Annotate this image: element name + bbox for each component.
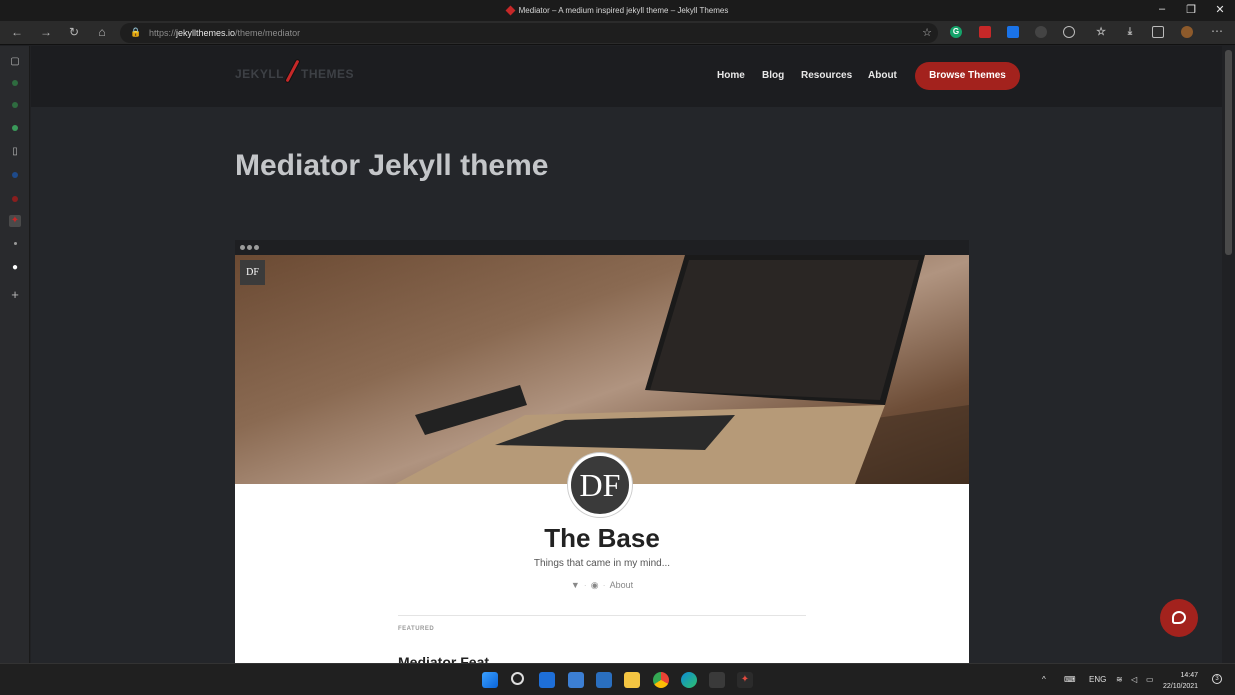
extension-icon[interactable] (1035, 26, 1047, 38)
divider (398, 615, 806, 616)
browser-sidebar: ▢ ▯ ✦ ● + (0, 46, 30, 663)
document-icon[interactable]: ▯ (9, 146, 21, 158)
blog-subtitle: Things that came in my mind... (533, 558, 671, 569)
laptop-on-desk-image (395, 255, 969, 484)
edge-icon[interactable] (681, 672, 697, 688)
chrome-icon[interactable] (653, 672, 669, 688)
downloads-icon[interactable]: ⤓ (1124, 26, 1136, 38)
new-tab-icon[interactable]: + (9, 288, 21, 301)
chat-support-button[interactable] (1160, 599, 1198, 637)
close-window-button[interactable]: ✕ (1206, 3, 1234, 16)
window-titlebar: Mediator – A medium inspired jekyll them… (0, 0, 1235, 21)
acrobat-icon[interactable]: ✦ (737, 672, 753, 688)
sidebar-tab-icon[interactable] (12, 80, 18, 86)
sidebar-tab-icon[interactable] (12, 125, 18, 131)
battery-icon[interactable]: ▭ (1146, 675, 1154, 684)
profile-avatar[interactable] (1181, 26, 1193, 38)
featured-label: FEATURED (398, 626, 435, 632)
address-bar[interactable]: 🔒 https://jekyllthemes.io/theme/mediator… (120, 23, 938, 43)
notification-badge[interactable]: 3 (1212, 674, 1222, 684)
avatar: DF (568, 453, 632, 517)
file-explorer-icon[interactable] (624, 672, 640, 688)
favorites-icon[interactable]: ☆ (1095, 26, 1107, 38)
mail-app-icon[interactable] (596, 672, 612, 688)
page-title: Mediator Jekyll theme (235, 149, 549, 182)
sidebar-tab-icon[interactable] (12, 102, 18, 108)
window-dot-icon (254, 245, 259, 250)
window-dot-icon (240, 245, 245, 250)
grammarly-extension-icon[interactable]: G (950, 26, 962, 38)
lock-icon: 🔒 (130, 27, 142, 37)
app-icon[interactable] (709, 672, 725, 688)
clock-time: 14:47 (1180, 672, 1199, 679)
twitter-icon[interactable]: ▼ (571, 580, 580, 590)
forward-button[interactable]: → (37, 25, 55, 39)
start-icon[interactable] (482, 672, 498, 688)
about-link[interactable]: About (610, 580, 634, 590)
window-title: Mediator – A medium inspired jekyll them… (0, 5, 1235, 16)
nav-home[interactable]: Home (717, 70, 745, 81)
jekyll-favicon-icon (505, 5, 516, 16)
extension-icon[interactable] (979, 26, 991, 38)
tray-caret-icon[interactable]: ^ (1042, 675, 1046, 684)
blog-logo-badge: DF (240, 260, 265, 285)
back-button[interactable]: ← (8, 25, 26, 39)
sidebar-tab-icon[interactable] (14, 242, 17, 245)
test-tube-icon (284, 58, 301, 84)
preview-window-chrome (235, 240, 969, 255)
browser-toolbar: ← → ↻ ⌂ 🔒 https://jekyllthemes.io/theme/… (0, 21, 1235, 45)
active-tab-icon[interactable]: ✦ (9, 215, 21, 227)
chat-bubble-icon (1172, 611, 1186, 624)
github-icon[interactable]: ◉ (591, 580, 599, 590)
window-title-text: Mediator – A medium inspired jekyll them… (518, 6, 729, 15)
scrollbar-thumb[interactable] (1225, 50, 1232, 255)
add-favorite-icon[interactable]: ☆ (922, 26, 932, 39)
volume-icon[interactable]: ◁ (1131, 675, 1137, 684)
task-view-icon[interactable] (539, 672, 555, 688)
blog-title: The Base (544, 523, 660, 553)
language-indicator[interactable]: ENG (1089, 675, 1106, 684)
search-icon[interactable] (511, 672, 524, 685)
github-icon[interactable]: ● (9, 262, 21, 274)
nav-resources[interactable]: Resources (801, 70, 852, 81)
nav-about[interactable]: About (868, 70, 897, 81)
tab-actions-icon[interactable]: ▢ (9, 56, 21, 68)
browse-themes-button[interactable]: Browse Themes (915, 62, 1020, 90)
home-button[interactable]: ⌂ (93, 25, 111, 39)
calendar-app-icon[interactable] (568, 672, 584, 688)
reload-button[interactable]: ↻ (65, 25, 83, 39)
extensions-puzzle-icon[interactable] (1063, 26, 1075, 38)
sidebar-tab-icon[interactable] (12, 196, 18, 202)
collections-icon[interactable] (1152, 26, 1164, 38)
blog-links: ▼ · ◉ · About (570, 580, 634, 590)
page-scrollbar[interactable] (1222, 46, 1235, 663)
window-dot-icon (247, 245, 252, 250)
taskbar-clock[interactable]: 14:47 22/10/2021 (1163, 670, 1198, 692)
url-text: https://jekyllthemes.io/theme/mediator (149, 28, 301, 38)
maximize-button[interactable]: ❐ (1177, 3, 1205, 16)
clock-date: 22/10/2021 (1163, 683, 1199, 690)
site-header: JEKYLL THEMES Home Blog Resources About B… (31, 46, 1222, 107)
extension-icon[interactable] (1007, 26, 1019, 38)
wifi-icon[interactable]: ≋ (1116, 675, 1123, 684)
hero-image: DF (235, 255, 969, 484)
nav-blog[interactable]: Blog (762, 70, 784, 81)
jekyll-themes-logo[interactable]: JEKYLL THEMES (235, 58, 354, 84)
web-page: JEKYLL THEMES Home Blog Resources About B… (31, 46, 1222, 663)
keyboard-icon[interactable]: ⌨ (1064, 675, 1076, 684)
sidebar-tab-icon[interactable] (12, 172, 18, 178)
minimize-button[interactable]: – (1148, 3, 1176, 15)
featured-post-title[interactable]: Mediator Feat... (398, 654, 501, 663)
windows-taskbar: ✦ ^ ⌨ ENG ≋ ◁ ▭ 14:47 22/10/2021 3 (0, 663, 1235, 695)
theme-preview[interactable]: DF DF The Base Things that came in my mi… (235, 240, 969, 663)
settings-menu-button[interactable]: ⋯ (1208, 24, 1226, 38)
